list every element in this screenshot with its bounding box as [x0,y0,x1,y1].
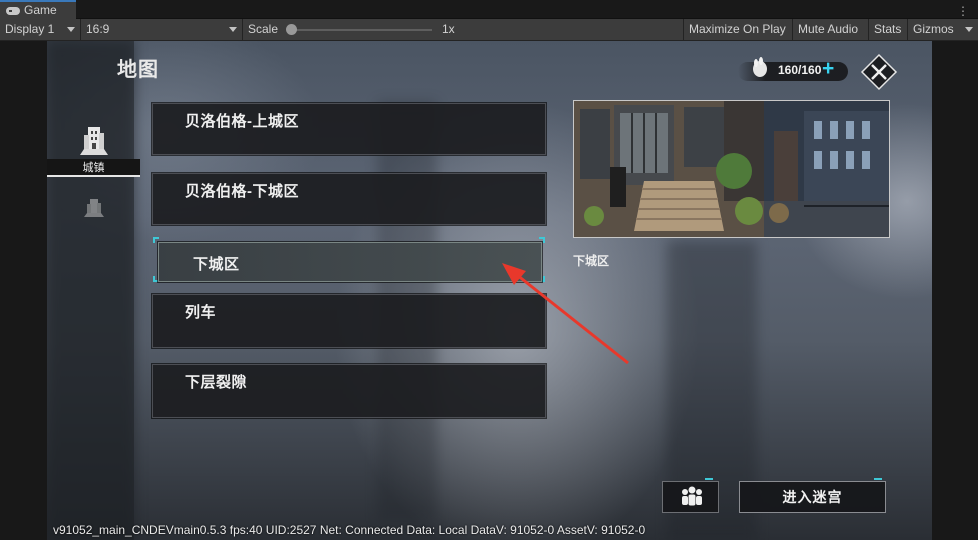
nav-dungeon-button[interactable] [47,194,140,224]
maximize-on-play-label: Maximize On Play [689,22,786,36]
preview-scene-illustration [574,101,889,237]
location-item-label: 列车 [185,304,217,321]
display-dropdown[interactable]: Display 1 [0,19,81,40]
debug-info-text: v91052_main_CNDEVmain0.5.3 fps:40 UID:25… [53,523,646,537]
game-viewport: 地图 城镇 贝洛伯格-上城区 贝洛伯格-下城区 下城区 列车 下层裂隙 下城区 … [0,41,978,540]
game-view-toolbar: Display 1 16:9 Scale 1x Maximize On Play… [0,19,978,41]
location-item-train[interactable]: 列车 [152,294,546,348]
page-title: 地图 [117,59,159,81]
location-item-label: 贝洛伯格-上城区 [185,113,299,130]
location-item-label: 贝洛伯格-下城区 [185,183,299,200]
stamina-add-button[interactable]: + [822,58,834,80]
mute-audio-label: Mute Audio [798,22,859,36]
annotation-arrow [502,263,629,365]
location-item-lower-city-belobog[interactable]: 贝洛伯格-下城区 [152,173,546,225]
city-building-icon [79,127,108,155]
mute-audio-toggle[interactable]: Mute Audio [793,19,869,40]
gamepad-icon [6,6,20,15]
game-tab[interactable]: Game [0,0,76,19]
aspect-dropdown[interactable]: 16:9 [81,19,243,40]
location-item-lower-city-selected[interactable]: 下城区 [158,242,542,282]
dungeon-building-icon [83,199,104,217]
enter-dungeon-button[interactable]: 进入迷宫 [739,481,886,513]
stamina-hand-icon [753,57,767,77]
location-item-lower-rift[interactable]: 下层裂隙 [152,364,546,418]
stamina-value: 160/160 [778,63,822,77]
nav-city-label: 城镇 [47,159,140,177]
category-sidebar [47,41,134,540]
chevron-down-icon [965,27,973,32]
gizmos-label: Gizmos [913,22,954,36]
chevron-down-icon [229,27,237,32]
team-people-icon [682,486,702,506]
maximize-on-play-toggle[interactable]: Maximize On Play [684,19,793,40]
display-dropdown-label: Display 1 [5,22,55,36]
close-x-icon[interactable] [860,53,898,91]
team-button[interactable] [662,481,719,513]
aspect-dropdown-label: 16:9 [86,22,110,36]
gizmos-dropdown[interactable]: Gizmos [908,19,978,40]
editor-tab-bar: Game ⋮ [0,0,978,19]
location-item-label: 下城区 [193,256,240,273]
game-tab-label: Game [24,3,57,17]
scale-slider-thumb[interactable] [286,24,297,35]
button-accent [705,478,713,480]
stats-toggle[interactable]: Stats [869,19,908,40]
tab-menu-icon[interactable]: ⋮ [957,4,970,18]
scale-slider-track[interactable] [292,29,432,31]
location-preview-image [573,100,890,238]
location-item-upper-city[interactable]: 贝洛伯格-上城区 [152,103,546,155]
location-item-label: 下层裂隙 [185,374,248,391]
scale-label: Scale [248,22,279,36]
stats-label: Stats [874,22,902,36]
chevron-down-icon [67,27,75,32]
scale-value: 1x [442,22,455,36]
button-accent [874,478,882,480]
